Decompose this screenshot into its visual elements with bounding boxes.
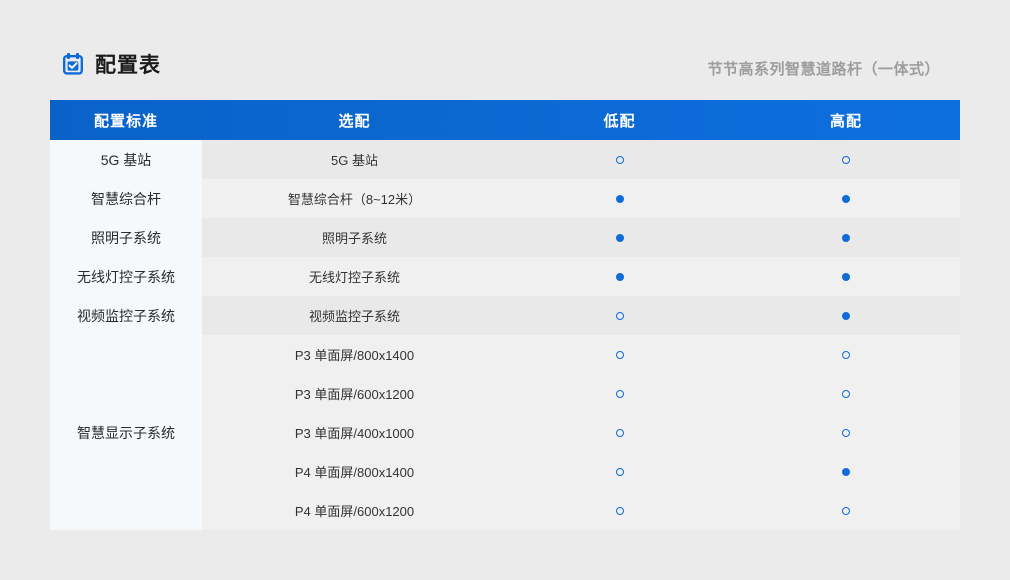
table-group: 智慧综合杆智慧综合杆（8~12米） (50, 179, 960, 218)
group-rows: 照明子系统 (202, 218, 960, 257)
option-cell: P4 单面屏/800x1400 (202, 452, 507, 491)
column-header-high: 高配 (732, 100, 960, 140)
table-row: 视频监控子系统 (202, 296, 960, 335)
group-rows: P3 单面屏/800x1400P3 单面屏/600x1200P3 单面屏/400… (202, 335, 960, 530)
table-body: 5G 基站5G 基站智慧综合杆智慧综合杆（8~12米）照明子系统照明子系统无线灯… (50, 140, 960, 530)
high-config-cell (732, 335, 960, 374)
low-config-cell (507, 179, 732, 218)
option-cell: 5G 基站 (202, 140, 507, 179)
dot-open-icon (616, 312, 624, 320)
column-header-low: 低配 (507, 100, 732, 140)
page-header: 配置表 (61, 48, 161, 80)
standard-cell: 无线灯控子系统 (50, 257, 202, 296)
table-row: 无线灯控子系统 (202, 257, 960, 296)
table-row: 照明子系统 (202, 218, 960, 257)
table-row: 5G 基站 (202, 140, 960, 179)
high-config-cell (732, 257, 960, 296)
option-cell: 照明子系统 (202, 218, 507, 257)
table-row: P4 单面屏/800x1400 (202, 452, 960, 491)
column-header-standard: 配置标准 (50, 100, 202, 140)
table-row: P4 单面屏/600x1200 (202, 491, 960, 530)
standard-cell: 视频监控子系统 (50, 296, 202, 335)
dot-filled-icon (842, 234, 850, 242)
low-config-cell (507, 140, 732, 179)
low-config-cell (507, 335, 732, 374)
high-config-cell (732, 296, 960, 335)
low-config-cell (507, 452, 732, 491)
low-config-cell (507, 218, 732, 257)
high-config-cell (732, 491, 960, 530)
option-cell: P3 单面屏/600x1200 (202, 374, 507, 413)
dot-filled-icon (842, 273, 850, 281)
page-subtitle: 节节高系列智慧道路杆（一体式） (707, 58, 940, 79)
dot-open-icon (616, 468, 624, 476)
low-config-cell (507, 374, 732, 413)
dot-filled-icon (842, 312, 850, 320)
table-group: 照明子系统照明子系统 (50, 218, 960, 257)
dot-open-icon (616, 507, 624, 515)
low-config-cell (507, 413, 732, 452)
dot-filled-icon (616, 195, 624, 203)
dot-filled-icon (616, 273, 624, 281)
calendar-check-icon (61, 52, 85, 76)
dot-open-icon (616, 390, 624, 398)
option-cell: P4 单面屏/600x1200 (202, 491, 507, 530)
option-cell: P3 单面屏/400x1000 (202, 413, 507, 452)
table-row: P3 单面屏/800x1400 (202, 335, 960, 374)
dot-open-icon (842, 507, 850, 515)
standard-cell: 5G 基站 (50, 140, 202, 179)
option-cell: 视频监控子系统 (202, 296, 507, 335)
standard-cell: 智慧综合杆 (50, 179, 202, 218)
table-group: 无线灯控子系统无线灯控子系统 (50, 257, 960, 296)
high-config-cell (732, 413, 960, 452)
table-group: 视频监控子系统视频监控子系统 (50, 296, 960, 335)
standard-cell: 智慧显示子系统 (50, 335, 202, 530)
group-rows: 5G 基站 (202, 140, 960, 179)
page-title: 配置表 (95, 49, 161, 79)
table-row: P3 单面屏/400x1000 (202, 413, 960, 452)
dot-open-icon (616, 429, 624, 437)
standard-cell: 照明子系统 (50, 218, 202, 257)
dot-filled-icon (616, 234, 624, 242)
table-group: 智慧显示子系统P3 单面屏/800x1400P3 单面屏/600x1200P3 … (50, 335, 960, 530)
dot-open-icon (842, 351, 850, 359)
low-config-cell (507, 296, 732, 335)
low-config-cell (507, 491, 732, 530)
column-header-optional: 选配 (202, 100, 507, 140)
table-row: P3 单面屏/600x1200 (202, 374, 960, 413)
dot-open-icon (842, 156, 850, 164)
table-row: 智慧综合杆（8~12米） (202, 179, 960, 218)
option-cell: 无线灯控子系统 (202, 257, 507, 296)
dot-open-icon (616, 351, 624, 359)
high-config-cell (732, 374, 960, 413)
low-config-cell (507, 257, 732, 296)
table-header-row: 配置标准 选配 低配 高配 (50, 100, 960, 140)
dot-open-icon (842, 390, 850, 398)
dot-filled-icon (842, 195, 850, 203)
dot-filled-icon (842, 468, 850, 476)
config-table: 配置标准 选配 低配 高配 5G 基站5G 基站智慧综合杆智慧综合杆（8~12米… (50, 100, 960, 530)
option-cell: P3 单面屏/800x1400 (202, 335, 507, 374)
high-config-cell (732, 452, 960, 491)
dot-open-icon (842, 429, 850, 437)
high-config-cell (732, 179, 960, 218)
high-config-cell (732, 140, 960, 179)
dot-open-icon (616, 156, 624, 164)
group-rows: 无线灯控子系统 (202, 257, 960, 296)
high-config-cell (732, 218, 960, 257)
group-rows: 视频监控子系统 (202, 296, 960, 335)
table-group: 5G 基站5G 基站 (50, 140, 960, 179)
group-rows: 智慧综合杆（8~12米） (202, 179, 960, 218)
option-cell: 智慧综合杆（8~12米） (202, 179, 507, 218)
